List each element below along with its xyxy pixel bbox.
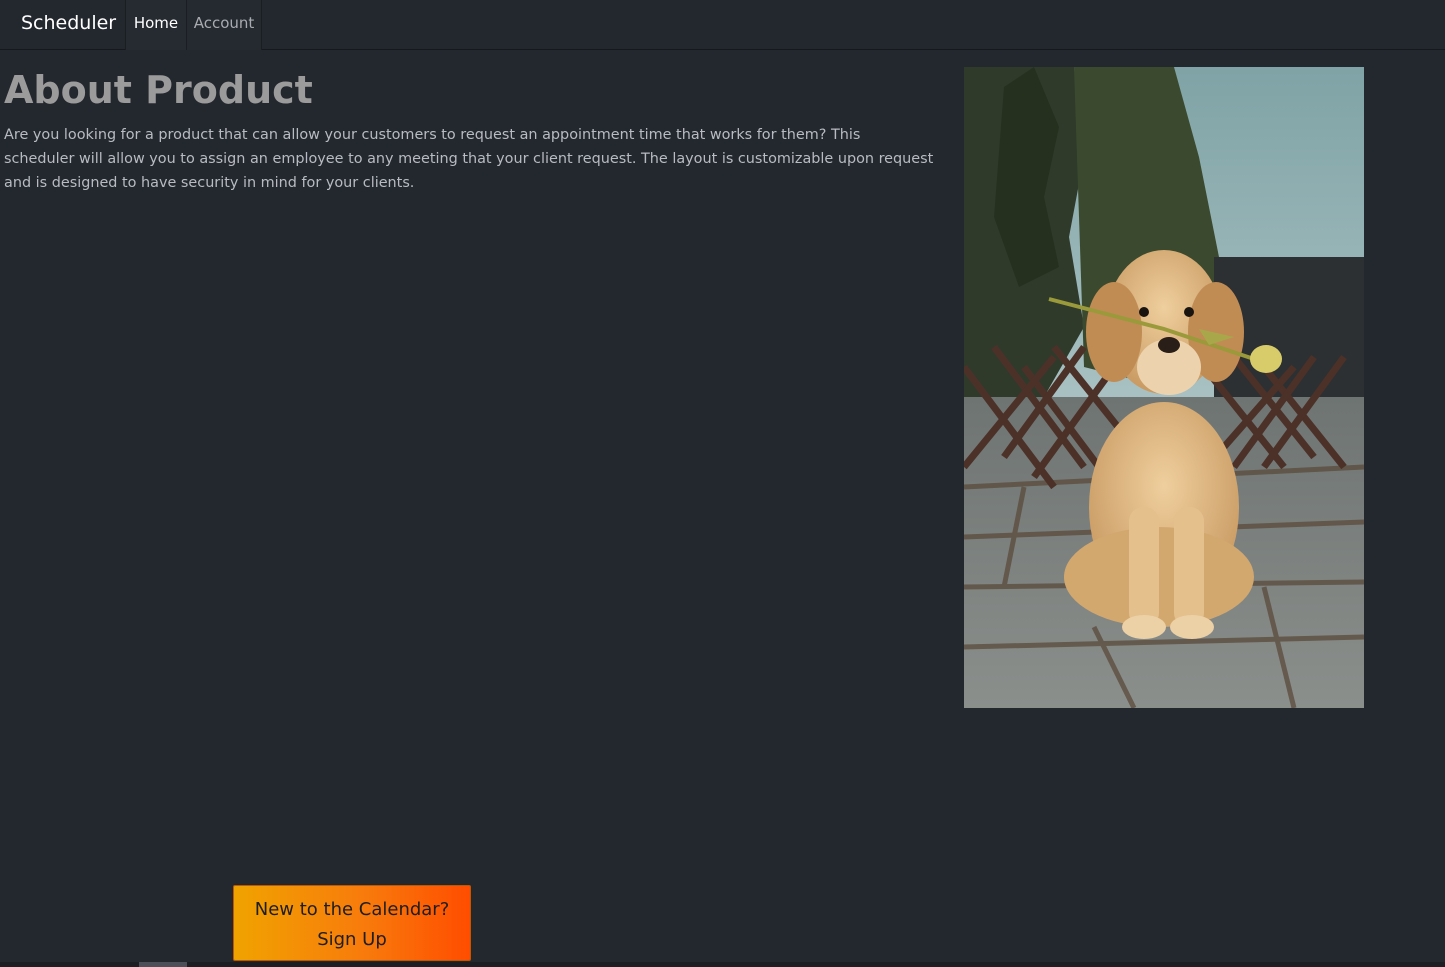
product-description: Are you looking for a product that can a… [4,127,934,191]
nav-account-link[interactable]: Account [186,0,262,50]
puppy-photo [964,67,1364,708]
horizontal-scrollbar[interactable] [0,962,1445,967]
signup-line2: Sign Up [317,929,387,950]
page-title: About Product [4,68,313,112]
brand-link[interactable]: Scheduler [21,0,116,46]
top-navbar: Scheduler Home Account [0,0,1445,50]
nav-home-link[interactable]: Home [125,0,187,50]
signup-line1: New to the Calendar? [254,899,450,920]
signup-button[interactable]: New to the Calendar? Sign Up [233,885,471,961]
scrollbar-thumb[interactable] [139,962,187,967]
